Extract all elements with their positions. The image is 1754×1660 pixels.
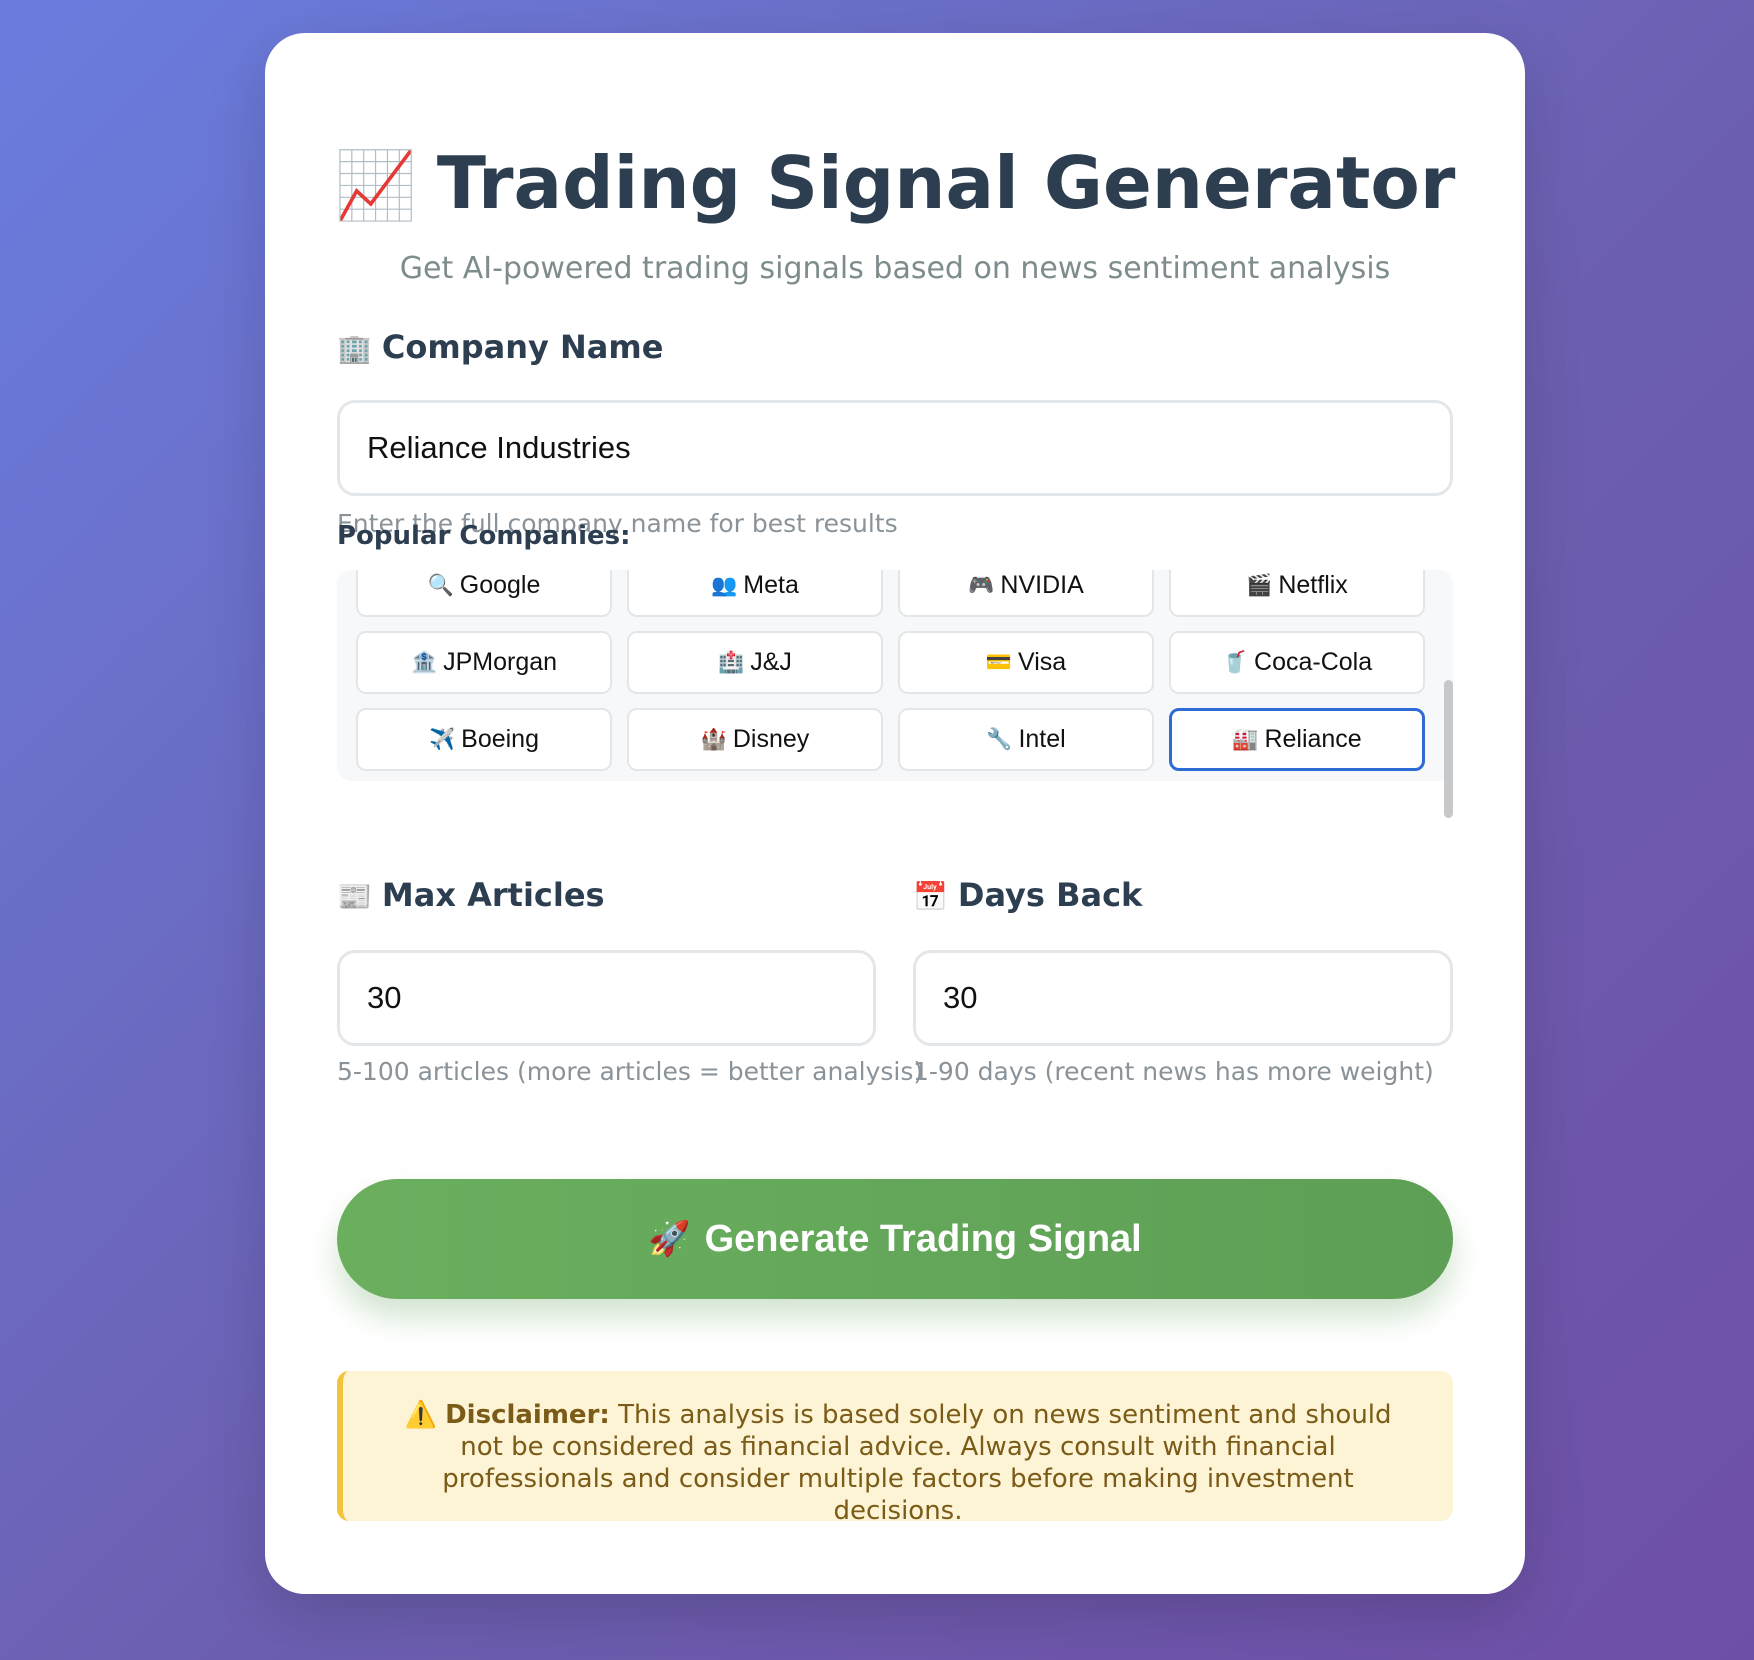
company-name-label-text: Company Name — [381, 328, 664, 366]
clapperboard-icon: 🎬 — [1246, 573, 1273, 597]
company-chip-visa[interactable]: 💳 Visa — [898, 631, 1154, 694]
company-chip-label: NVIDIA — [1000, 571, 1084, 599]
magnifier-icon: 🔍 — [427, 573, 454, 597]
popular-companies-label: Popular Companies: — [337, 521, 631, 551]
generate-signal-label: Generate Trading Signal — [704, 1217, 1142, 1260]
days-back-label: 📅 Days Back — [913, 876, 1142, 914]
days-back-help: 1-90 days (recent news has more weight) — [913, 1057, 1434, 1086]
max-articles-label-text: Max Articles — [381, 876, 605, 914]
company-chip-label: Disney — [732, 725, 810, 753]
company-chip-label: Intel — [1018, 725, 1066, 753]
company-chip-nvidia[interactable]: 🎮 NVIDIA — [898, 570, 1154, 617]
credit-card-icon: 💳 — [985, 650, 1012, 674]
company-chip-label: Coca-Cola — [1254, 648, 1373, 676]
max-articles-help: 5-100 articles (more articles = better a… — [337, 1057, 924, 1086]
page-subtitle: Get AI-powered trading signals based on … — [399, 251, 1391, 286]
calendar-icon: 📅 — [913, 880, 948, 913]
company-chip-reliance[interactable]: 🏭 Reliance — [1169, 708, 1425, 771]
company-chip-intel[interactable]: 🔧 Intel — [898, 708, 1154, 771]
max-articles-input[interactable] — [337, 950, 876, 1046]
main-card: 📈 Trading Signal Generator Get AI-powered… — [265, 33, 1525, 1594]
disclaimer-title: Disclaimer: — [445, 1400, 610, 1430]
hospital-icon: 🏥 — [718, 650, 745, 674]
popular-companies-scrollbar[interactable] — [1444, 680, 1453, 818]
rocket-icon: 🚀 — [648, 1220, 691, 1258]
company-chip-label: Visa — [1017, 648, 1067, 676]
castle-icon: 🏰 — [700, 727, 727, 751]
company-chip-label: Boeing — [461, 725, 539, 753]
office-building-icon: 🏢 — [337, 332, 372, 365]
company-name-label: 🏢 Company Name — [337, 328, 663, 366]
days-back-label-text: Days Back — [957, 876, 1143, 914]
company-chip-label: JPMorgan — [443, 648, 558, 676]
company-chip-j-j[interactable]: 🏥 J&J — [627, 631, 883, 694]
newspaper-icon: 📰 — [337, 880, 372, 913]
company-chip-disney[interactable]: 🏰 Disney — [627, 708, 883, 771]
cup-icon: 🥤 — [1221, 650, 1249, 674]
warning-icon: ⚠️ — [404, 1400, 437, 1430]
company-chip-boeing[interactable]: ✈️ Boeing — [356, 708, 612, 771]
chart-increasing-icon: 📈 — [334, 147, 417, 224]
airplane-icon: ✈️ — [428, 727, 456, 751]
company-chip-label: Google — [459, 571, 541, 599]
company-chip-netflix[interactable]: 🎬 Netflix — [1169, 570, 1425, 617]
days-back-input[interactable] — [913, 950, 1453, 1046]
page-title-text: Trading Signal Generator — [436, 141, 1456, 225]
people-icon: 👥 — [711, 573, 738, 597]
company-chip-label: Reliance — [1264, 725, 1362, 753]
company-chip-label: J&J — [750, 648, 792, 676]
wrench-icon: 🔧 — [986, 727, 1013, 751]
company-chip-coca-cola[interactable]: 🥤 Coca-Cola — [1169, 631, 1425, 694]
bank-icon: 🏦 — [410, 650, 438, 674]
company-chip-label: Meta — [743, 571, 799, 599]
company-name-input[interactable] — [337, 400, 1453, 496]
popular-companies-grid[interactable]: 🔍 Google 👥 Meta 🎮 NVIDIA 🎬 Netflix 🏦 JPMorgan 🏥 J&J… — [337, 570, 1453, 781]
page-title: 📈 Trading Signal Generator — [265, 128, 1525, 241]
company-chip-label: Netflix — [1278, 571, 1348, 599]
disclaimer-box: ⚠️ Disclaimer: This analysis is based so… — [337, 1371, 1453, 1526]
max-articles-label: 📰 Max Articles — [337, 876, 605, 914]
company-chip-jpmorgan[interactable]: 🏦 JPMorgan — [356, 631, 612, 694]
generate-signal-button[interactable]: 🚀 Generate Trading Signal — [337, 1179, 1453, 1299]
gamepad-icon: 🎮 — [968, 573, 995, 597]
company-chip-meta[interactable]: 👥 Meta — [627, 570, 883, 617]
factory-icon: 🏭 — [1232, 727, 1259, 751]
company-chip-google[interactable]: 🔍 Google — [356, 570, 612, 617]
